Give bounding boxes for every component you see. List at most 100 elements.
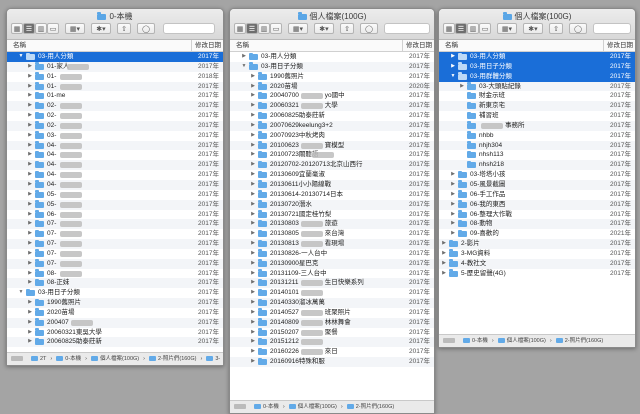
list-row[interactable]: ▶ 02- 2017年: [7, 120, 223, 131]
disclosure-closed-icon[interactable]: ▶: [27, 150, 33, 160]
disclosure-open-icon[interactable]: ▼: [18, 288, 24, 298]
list-row[interactable]: ▶ 20070629keelung3+2 2017年: [230, 120, 434, 131]
disclosure-open-icon[interactable]: ▼: [450, 72, 456, 82]
disclosure-closed-icon[interactable]: ▶: [250, 357, 256, 367]
disclosure-closed-icon[interactable]: ▶: [250, 160, 256, 170]
list-row[interactable]: ▶ 03-用日子分類 2017年: [439, 61, 635, 72]
disclosure-open-icon[interactable]: ▼: [18, 52, 24, 62]
list-row[interactable]: ▶ 06-整理大作戰 2017年: [439, 210, 635, 220]
list-row[interactable]: ▶ 06- 2017年: [7, 210, 223, 220]
list-row[interactable]: ▶ 20130614-20130714日本 2017年: [230, 190, 434, 200]
name-column-header[interactable]: 名稱: [445, 40, 458, 51]
disclosure-closed-icon[interactable]: ▶: [27, 328, 33, 338]
list-row[interactable]: ▶ 02- 2017年: [7, 111, 223, 121]
search-input[interactable]: [593, 23, 631, 34]
share-icon[interactable]: ⇧: [549, 23, 563, 34]
disclosure-closed-icon[interactable]: ▶: [250, 121, 256, 131]
disclosure-closed-icon[interactable]: ▶: [27, 82, 33, 92]
column-view-button[interactable]: ▥: [258, 23, 270, 34]
disclosure-closed-icon[interactable]: ▶: [27, 249, 33, 259]
list-row[interactable]: ▶ 20060825助泰莊新 2017年: [7, 337, 223, 348]
disclosure-closed-icon[interactable]: ▶: [450, 219, 456, 229]
list-row[interactable]: ▶ 08-正妹 2017年: [7, 278, 223, 289]
list-row[interactable]: ▶ 01- 2018年: [7, 72, 223, 82]
list-row[interactable]: ▶ 20130609宜蘭毫淑 2017年: [230, 170, 434, 180]
disclosure-closed-icon[interactable]: ▶: [27, 219, 33, 229]
list-row[interactable]: nhbb 2017年: [439, 131, 635, 141]
disclosure-closed-icon[interactable]: ▶: [250, 111, 256, 121]
disclosure-closed-icon[interactable]: ▶: [450, 200, 456, 210]
disclosure-closed-icon[interactable]: ▶: [27, 337, 33, 347]
list-row[interactable]: ▼ 03-用群體分類 2017年: [439, 71, 635, 82]
list-row[interactable]: nhsh113 2017年: [439, 150, 635, 160]
list-row[interactable]: ▶ 01- 2017年: [7, 81, 223, 92]
path-segment[interactable]: 0-本機: [65, 356, 81, 362]
list-row[interactable]: nhsh218 2017年: [439, 160, 635, 171]
disclosure-closed-icon[interactable]: ▶: [27, 318, 33, 328]
list-row[interactable]: ▶ 03-用人分類 2017年: [439, 52, 635, 62]
list-row[interactable]: ▶ 04- 2017年: [7, 160, 223, 171]
gear-icon[interactable]: ✱▾: [91, 23, 111, 34]
gear-icon[interactable]: ✱▾: [314, 23, 334, 34]
list-row[interactable]: ▶ 09-喜歡的 2021年: [439, 229, 635, 239]
path-segment[interactable]: 2-照片們(160G): [356, 404, 395, 410]
disclosure-closed-icon[interactable]: ▶: [250, 308, 256, 318]
disclosure-closed-icon[interactable]: ▶: [450, 62, 456, 72]
disclosure-closed-icon[interactable]: ▶: [250, 210, 256, 220]
disclosure-closed-icon[interactable]: ▶: [441, 269, 447, 279]
path-segment[interactable]: 3-: [215, 356, 220, 362]
list-row[interactable]: ▶ 20150207 聚餐 2017年: [230, 328, 434, 338]
path-segment[interactable]: 個人檔案(100G): [507, 338, 546, 344]
list-row[interactable]: ▶ 20130720潛水 2017年: [230, 199, 434, 210]
date-column-header[interactable]: 修改日期: [191, 40, 221, 51]
list-row[interactable]: ▶ 1990舊照片 2017年: [7, 298, 223, 308]
list-row[interactable]: ▶ 20130805 來台灣 2017年: [230, 229, 434, 239]
disclosure-closed-icon[interactable]: ▶: [250, 249, 256, 259]
disclosure-closed-icon[interactable]: ▶: [250, 288, 256, 298]
list-row[interactable]: ▶ 5-歷史留聲(4G) 2017年: [439, 269, 635, 279]
path-segment[interactable]: 2-照片們(160G): [158, 356, 197, 362]
path-segment[interactable]: 2-照片們(160G): [565, 338, 604, 344]
list-row[interactable]: ▶ 04- 2017年: [7, 170, 223, 180]
disclosure-closed-icon[interactable]: ▶: [27, 131, 33, 141]
disclosure-closed-icon[interactable]: ▶: [27, 91, 33, 101]
disclosure-closed-icon[interactable]: ▶: [441, 259, 447, 269]
list-row[interactable]: ▶ 20130900星巴克 2017年: [230, 258, 434, 269]
disclosure-closed-icon[interactable]: ▶: [27, 121, 33, 131]
share-icon[interactable]: ⇧: [340, 23, 354, 34]
search-input[interactable]: [384, 23, 430, 34]
disclosure-closed-icon[interactable]: ▶: [441, 249, 447, 259]
list-row[interactable]: ▶ 07- 2017年: [7, 249, 223, 259]
list-row[interactable]: ▶ 07- 2017年: [7, 239, 223, 249]
list-row[interactable]: ▶ 20060321東吳大學 2017年: [7, 328, 223, 338]
disclosure-closed-icon[interactable]: ▶: [250, 170, 256, 180]
icon-view-button[interactable]: ▦: [443, 23, 455, 34]
list-row[interactable]: ▶ 20131211 生日快樂系列 2017年: [230, 278, 434, 289]
list-row[interactable]: ▶ 20100623 寶模型 2017年: [230, 140, 434, 151]
gallery-view-button[interactable]: ▭: [270, 23, 282, 34]
tag-button[interactable]: ◯: [137, 23, 155, 34]
list-row[interactable]: ▶ 20131109-三人台中 2017年: [230, 269, 434, 279]
disclosure-closed-icon[interactable]: ▶: [450, 210, 456, 220]
disclosure-closed-icon[interactable]: ▶: [250, 91, 256, 101]
disclosure-closed-icon[interactable]: ▶: [250, 150, 256, 160]
disclosure-closed-icon[interactable]: ▶: [27, 200, 33, 210]
list-view-button[interactable]: ☰: [23, 23, 35, 34]
list-row[interactable]: ▶ 20130826-一人台中 2017年: [230, 249, 434, 259]
list-row[interactable]: ▶ 4-教社文 2017年: [439, 258, 635, 269]
list-row[interactable]: ▶ 20130813 看現場 2017年: [230, 239, 434, 249]
list-row[interactable]: ▶ 1990舊照片 2017年: [230, 72, 434, 82]
disclosure-closed-icon[interactable]: ▶: [27, 141, 33, 151]
list-row[interactable]: ▶ 05- 2017年: [7, 190, 223, 200]
disclosure-open-icon[interactable]: ▼: [241, 62, 247, 72]
list-row[interactable]: ▶ 05-風景截圖 2017年: [439, 179, 635, 190]
disclosure-closed-icon[interactable]: ▶: [27, 72, 33, 82]
disclosure-closed-icon[interactable]: ▶: [250, 72, 256, 82]
disclosure-closed-icon[interactable]: ▶: [27, 278, 33, 288]
list-row[interactable]: ▼ 03-用日子分類 2017年: [7, 288, 223, 298]
list-row[interactable]: ▼ 03-用人分類 2017年: [7, 52, 223, 62]
list-row[interactable]: ▶ 04- 2017年: [7, 140, 223, 151]
gallery-view-button[interactable]: ▭: [47, 23, 59, 34]
list-row[interactable]: ▶ 04- 2017年: [7, 179, 223, 190]
list-row[interactable]: ▶ 08- 2017年: [7, 269, 223, 279]
